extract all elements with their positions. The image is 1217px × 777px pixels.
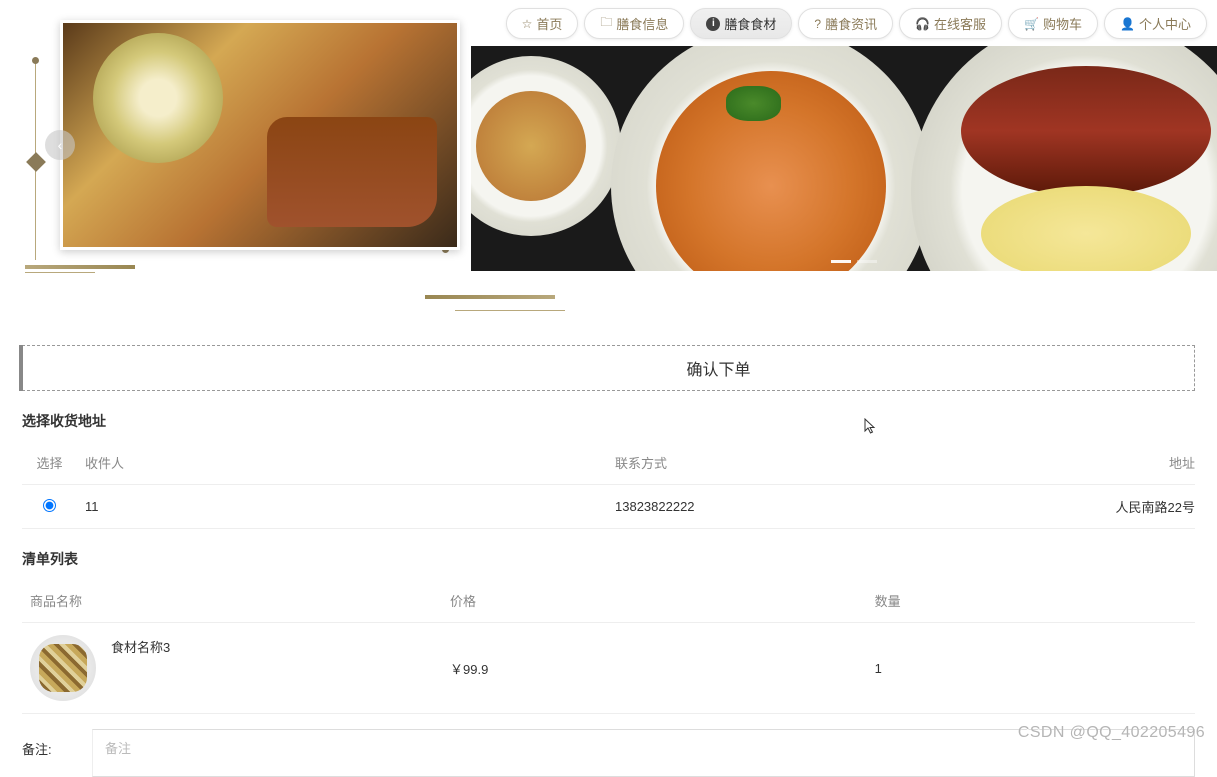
- hero-right-carousel: [471, 46, 1217, 271]
- item-thumbnail: [30, 635, 96, 701]
- item-name: 食材名称3: [111, 637, 170, 656]
- col-address: 地址: [914, 441, 1195, 485]
- decor-line: [425, 295, 555, 299]
- hero-food-image: [60, 20, 460, 250]
- food-bowl-image: [611, 46, 931, 271]
- col-recipient: 收件人: [77, 441, 607, 485]
- remark-label: 备注:: [22, 729, 92, 758]
- decor-line: [25, 272, 95, 273]
- garnish-image: [726, 86, 781, 121]
- decor-line: [455, 310, 565, 311]
- confirm-order-header: 确认下单: [22, 345, 1195, 391]
- recipient-cell: 11: [77, 485, 607, 529]
- col-select: 选择: [22, 441, 77, 485]
- address-section-title: 选择收货地址: [22, 411, 1195, 431]
- hero-banner: ‹ ›: [0, 0, 1217, 330]
- item-qty: 1: [867, 623, 1195, 714]
- decor-line: [35, 60, 36, 260]
- contact-cell: 13823822222: [607, 485, 914, 529]
- decor-line: [25, 265, 135, 269]
- address-radio[interactable]: [43, 499, 56, 512]
- col-contact: 联系方式: [607, 441, 914, 485]
- watermark: CSDN @QQ_402205496: [1018, 724, 1205, 742]
- carousel-prev[interactable]: ‹: [45, 130, 75, 160]
- items-table: 商品名称 价格 数量 食材名称3 ￥99.9 1: [22, 579, 1195, 714]
- food-bowl-image: [911, 46, 1217, 271]
- hero-left-panel: ‹ ›: [25, 20, 455, 300]
- address-table: 选择 收件人 联系方式 地址 11 13823822222 人民南路22号: [22, 441, 1195, 529]
- col-price: 价格: [442, 579, 867, 623]
- col-qty: 数量: [867, 579, 1195, 623]
- col-name: 商品名称: [22, 579, 442, 623]
- items-section-title: 清单列表: [22, 549, 1195, 569]
- confirm-order-label: 确认下单: [686, 362, 750, 379]
- table-row: 食材名称3 ￥99.9 1: [22, 623, 1195, 714]
- item-price: ￥99.9: [442, 623, 867, 714]
- address-cell: 人民南路22号: [914, 485, 1195, 529]
- table-row: 11 13823822222 人民南路22号: [22, 485, 1195, 529]
- carousel-indicators[interactable]: [831, 260, 877, 263]
- food-bowl-image: [471, 56, 621, 236]
